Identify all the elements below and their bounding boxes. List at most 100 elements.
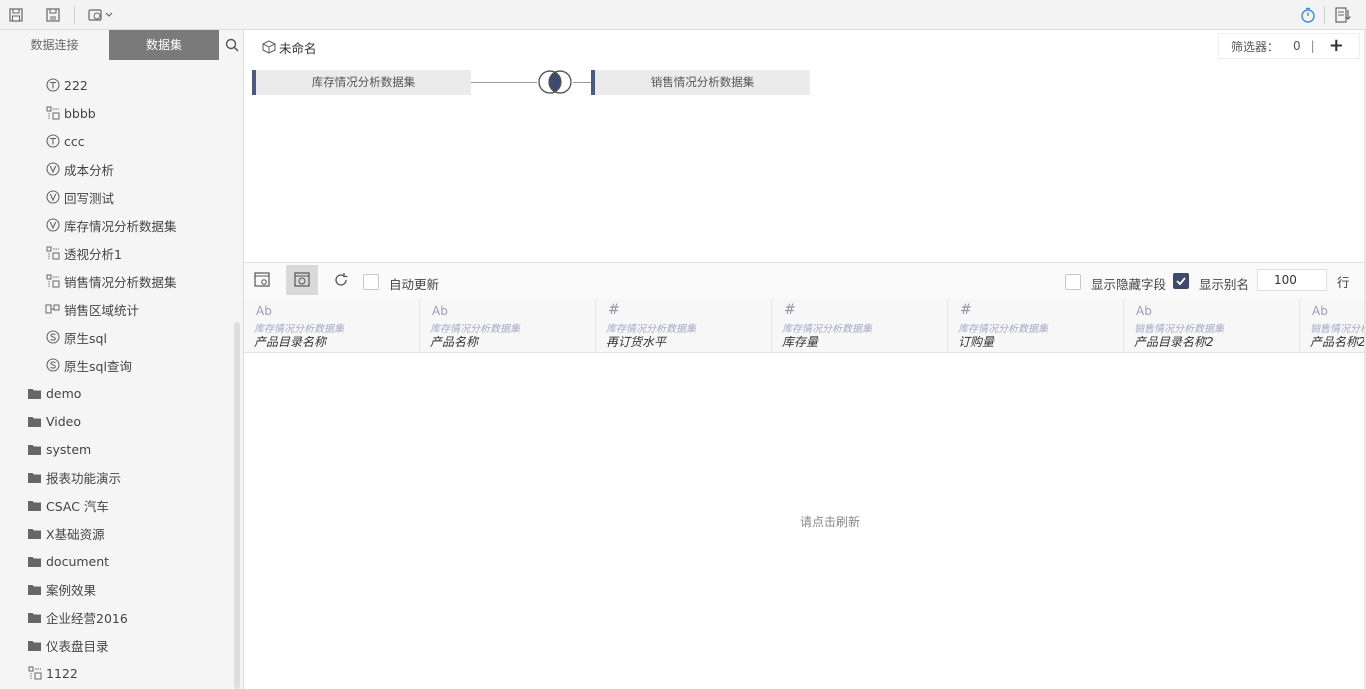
join-right-table[interactable]: 销售情况分析数据集 <box>591 70 810 95</box>
tree-item-label: 原生sql查询 <box>64 358 132 374</box>
left-panel: 数据连接 数据集 222 bbbb ccc 成本分析回写测试库存情况分析数据集 透视分析… <box>0 30 244 689</box>
tree-item-label: ccc <box>64 133 85 149</box>
dataset-name[interactable]: 未命名 <box>279 38 317 57</box>
chevron-down-icon[interactable] <box>104 6 114 24</box>
grid-column-header[interactable]: # 库存情况分析数据集 订购量 <box>948 299 1124 352</box>
inner-join-icon[interactable] <box>536 69 574 98</box>
tree-item-label: 透视分析1 <box>64 246 122 262</box>
filter-separator: | <box>1310 39 1315 53</box>
tree-item-label: 1122 <box>46 665 78 681</box>
preview-data-icon <box>294 272 310 287</box>
native-sql-icon <box>45 330 60 345</box>
tab-data-connection[interactable]: 数据连接 <box>0 30 109 60</box>
refresh-icon[interactable] <box>333 272 349 291</box>
filter-count: 0 <box>1293 39 1301 53</box>
grid-column-header[interactable]: Ab 库存情况分析数据集 产品目录名称 <box>244 299 420 352</box>
tree-dataset-item[interactable]: 原生sql查询 <box>45 351 132 379</box>
tree-folder[interactable]: CSAC 汽车 <box>27 491 109 519</box>
grid-column-header[interactable]: Ab 库存情况分析数据集 产品名称 <box>420 299 596 352</box>
preview-icon[interactable] <box>87 6 105 24</box>
join-line-left <box>471 82 537 83</box>
grid-column-header[interactable]: # 库存情况分析数据集 库存量 <box>772 299 948 352</box>
tree-dataset-item[interactable]: 销售区域统计 <box>45 295 139 323</box>
tree-folder[interactable]: 企业经营2016 <box>27 603 128 631</box>
auto-refresh-checkbox[interactable] <box>363 274 379 290</box>
folder-icon <box>27 498 42 513</box>
tree-item-label: system <box>46 441 92 457</box>
show-hidden-checkbox[interactable] <box>1065 274 1081 290</box>
tree-item-label: 回写测试 <box>64 190 115 206</box>
sql-icon <box>45 134 60 149</box>
tree-item-label: Video <box>46 413 82 429</box>
grid-column-header[interactable]: Ab 销售情况分析数据集 产品目录名称2 <box>1124 299 1300 352</box>
column-name: 库存量 <box>782 335 819 349</box>
tree-dataset-item[interactable]: 销售情况分析数据集 <box>45 267 177 295</box>
folder-icon <box>27 638 42 653</box>
tree-dataset-item[interactable]: ccc <box>45 127 85 155</box>
tree-folder[interactable]: Video <box>27 407 81 435</box>
tree-item-label: 报表功能演示 <box>46 470 122 486</box>
folder-icon <box>27 610 42 625</box>
folder-icon <box>27 414 42 429</box>
grid-column-header[interactable]: # 库存情况分析数据集 再订货水平 <box>596 299 772 352</box>
text-type-icon: Ab <box>432 304 448 318</box>
export-icon[interactable] <box>1334 6 1352 24</box>
panel-tabs: 数据连接 数据集 <box>0 30 243 60</box>
tree-dataset-item[interactable]: 1122 <box>27 659 78 687</box>
join-left-table[interactable]: 库存情况分析数据集 <box>252 70 471 95</box>
tree-folder[interactable]: demo <box>27 379 81 407</box>
tree-dataset-item[interactable]: 成本分析 <box>45 155 114 183</box>
filter-bar: 筛选器： 0 | + <box>1218 33 1360 59</box>
refresh-hint[interactable]: 请点击刷新 <box>244 513 1366 530</box>
cube-icon <box>262 40 276 54</box>
add-filter-button[interactable]: + <box>1329 37 1344 55</box>
search-icon[interactable] <box>219 30 243 60</box>
tree-dataset-item[interactable]: 透视分析1 <box>45 239 122 267</box>
tree-item-label: 仪表盘目录 <box>46 638 109 654</box>
row-count-input[interactable]: 100 <box>1257 269 1327 291</box>
tree-dataset-item[interactable]: 222 <box>45 71 88 99</box>
tree-folder[interactable]: document <box>27 547 109 575</box>
field-settings-icon[interactable] <box>254 272 270 291</box>
number-type-icon: # <box>960 302 972 318</box>
grid-column-header[interactable]: Ab销售情况分析数据集产品名称2 <box>1300 299 1366 352</box>
show-alias-label: 显示别名 <box>1199 277 1250 292</box>
dataset-title: 未命名 <box>262 38 317 56</box>
tree-dataset-item[interactable]: bbbb <box>45 99 96 127</box>
pivot-icon <box>45 106 60 121</box>
filter-label: 筛选器： <box>1231 39 1280 54</box>
preview-grid-header: Ab 库存情况分析数据集 产品目录名称 Ab 库存情况分析数据集 产品名称 # 库存情况分析数… <box>244 299 1366 353</box>
pivot-icon <box>27 666 42 681</box>
tree-item-label: 222 <box>64 77 88 93</box>
tree-dataset-item[interactable]: 回写测试 <box>45 183 114 211</box>
folder-icon <box>27 386 42 401</box>
tree-item-label: X基础资源 <box>46 526 105 542</box>
combined-icon <box>45 302 60 317</box>
tab-dataset[interactable]: 数据集 <box>109 30 219 60</box>
tree-folder[interactable]: X基础资源 <box>27 519 105 547</box>
column-name: 产品名称2 <box>1310 335 1366 349</box>
tree-folder[interactable]: system <box>27 435 91 463</box>
show-alias-checkbox[interactable] <box>1173 273 1189 289</box>
tree-item-label: 销售情况分析数据集 <box>64 274 177 290</box>
preview-data-button[interactable] <box>286 265 318 295</box>
tree-folder[interactable]: 案例效果 <box>27 575 96 603</box>
tree-item-label: 成本分析 <box>64 162 115 178</box>
tree-item-label: 原生sql <box>64 330 107 346</box>
tree-scrollbar[interactable] <box>234 322 240 689</box>
save-icon[interactable] <box>7 6 25 24</box>
tree-item-label: demo <box>46 385 82 401</box>
folder-icon <box>27 442 42 457</box>
show-hidden-label: 显示隐藏字段 <box>1091 277 1167 292</box>
timer-icon[interactable] <box>1299 6 1317 24</box>
tree-dataset-item[interactable]: 原生sql <box>45 323 107 351</box>
tree-item-label: 库存情况分析数据集 <box>64 218 177 234</box>
tree-folder[interactable]: 报表功能演示 <box>27 463 121 491</box>
column-name: 产品名称 <box>430 335 479 349</box>
tree-item-label: document <box>46 553 110 569</box>
tree-dataset-item[interactable]: 库存情况分析数据集 <box>45 211 177 239</box>
tree-folder[interactable]: 仪表盘目录 <box>27 631 109 659</box>
tree-item-label: 案例效果 <box>46 582 97 598</box>
column-name: 再订货水平 <box>606 335 667 349</box>
save-as-icon[interactable] <box>44 6 62 24</box>
